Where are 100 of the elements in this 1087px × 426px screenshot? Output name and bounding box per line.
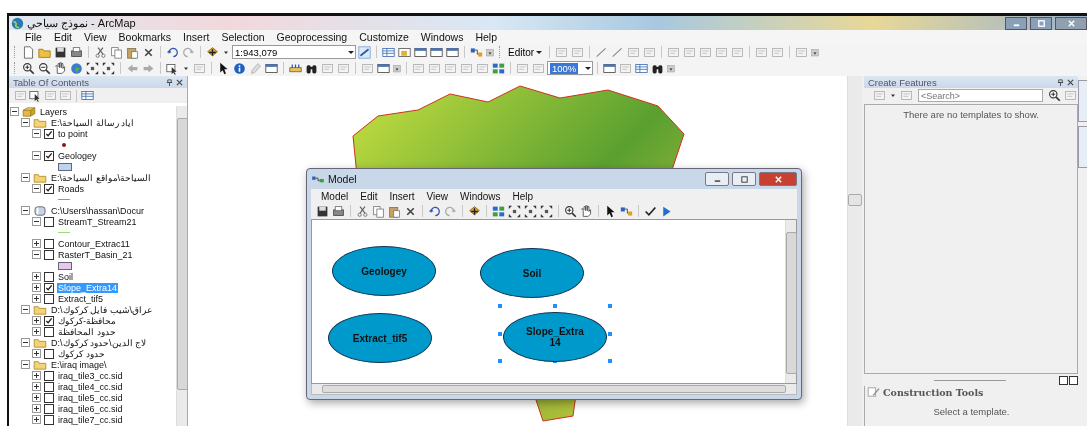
menu-item[interactable]: Customize: [353, 31, 415, 43]
scrollbar[interactable]: [785, 220, 796, 383]
layer-name[interactable]: iraq_tile4_cc.sid: [57, 381, 124, 392]
layer-name[interactable]: محافظة-كركوك: [57, 315, 117, 326]
layer-name[interactable]: iraq_tile5_cc.sid: [57, 392, 124, 403]
zoom-dropdown[interactable]: 100%: [547, 61, 593, 75]
layer-checkbox[interactable]: [44, 128, 54, 139]
scale-dropdown[interactable]: 1:943,079: [232, 45, 356, 59]
editor-menu[interactable]: Editor: [506, 46, 546, 58]
layer-name[interactable]: D:\لاج الدين\حدود كركوك: [50, 337, 148, 348]
layer-checkbox[interactable]: [44, 293, 54, 304]
menu-item[interactable]: Windows: [454, 190, 507, 202]
collapse-icon[interactable]: [21, 338, 30, 347]
layer-name[interactable]: Soil: [57, 271, 74, 282]
selection-handles[interactable]: [500, 306, 610, 361]
measure-icon[interactable]: [289, 61, 302, 75]
layer-checkbox[interactable]: [44, 348, 54, 359]
menu-item[interactable]: File: [19, 31, 48, 43]
layer-name[interactable]: Geologey: [57, 150, 98, 161]
paste-icon[interactable]: [388, 204, 401, 218]
run-icon[interactable]: [660, 204, 673, 218]
pointer-icon[interactable]: [604, 204, 617, 218]
menu-item[interactable]: Geoprocessing: [270, 31, 354, 43]
expand-icon[interactable]: [32, 404, 41, 413]
layer-checkbox[interactable]: [44, 403, 54, 414]
menu-item[interactable]: Model: [315, 190, 355, 202]
layer-name[interactable]: Layers: [39, 106, 68, 117]
collapse-icon[interactable]: [32, 217, 41, 226]
layer-name[interactable]: Contour_Extrac11: [57, 238, 131, 249]
layer-name[interactable]: حدود المحافظة: [57, 326, 117, 337]
model-data-element[interactable]: Geologey: [332, 246, 436, 296]
layer-name[interactable]: to point: [57, 128, 89, 139]
layer-name[interactable]: StreamT_Stream21: [57, 216, 138, 227]
collapse-icon[interactable]: [21, 118, 30, 127]
layer-name[interactable]: iraq_tile6_cc.sid: [57, 403, 124, 414]
collapse-icon[interactable]: [21, 206, 30, 215]
layer-name[interactable]: RasterT_Basin_21: [57, 249, 134, 260]
minimize-button[interactable]: [1005, 16, 1027, 30]
layer-checkbox[interactable]: [44, 249, 54, 260]
cut-icon[interactable]: [94, 45, 107, 59]
window-icon[interactable]: [603, 61, 616, 75]
layout-icon[interactable]: [398, 45, 411, 59]
globe-icon[interactable]: [70, 61, 83, 75]
close-icon[interactable]: [176, 78, 183, 86]
layer-checkbox[interactable]: [44, 216, 54, 227]
menu-item[interactable]: Help: [506, 190, 540, 202]
table-icon[interactable]: [382, 45, 395, 59]
layer-checkbox[interactable]: [44, 392, 54, 403]
collapse-icon[interactable]: [21, 305, 30, 314]
full-extent-icon[interactable]: [86, 61, 99, 75]
info-icon[interactable]: [233, 61, 246, 75]
layer-checkbox[interactable]: [44, 414, 54, 425]
layer-name[interactable]: D:\عراق\شيب فايل كركوك: [50, 304, 154, 315]
expand-icon[interactable]: [32, 371, 41, 380]
grid-icon[interactable]: [492, 204, 505, 218]
model-data-element[interactable]: Soil: [480, 248, 584, 298]
window-icon[interactable]: [446, 45, 459, 59]
menu-item[interactable]: View: [420, 190, 454, 202]
grid-icon[interactable]: [492, 61, 505, 75]
add-data-icon[interactable]: [206, 45, 219, 59]
expand-icon[interactable]: [32, 239, 41, 248]
window-icon[interactable]: [377, 61, 390, 75]
pan-icon[interactable]: [54, 61, 67, 75]
print-icon[interactable]: [332, 204, 345, 218]
save-icon[interactable]: [54, 45, 67, 59]
window-icon[interactable]: [265, 61, 278, 75]
menu-item[interactable]: Edit: [354, 190, 384, 202]
collapse-icon[interactable]: [32, 250, 41, 259]
layer-checkbox[interactable]: [44, 315, 54, 326]
map-view[interactable]: Model Model Edit Insert View Windows Help Geologey Soil Extract_tif5 Slope_Extra14: [188, 76, 847, 426]
scrollbar[interactable]: [176, 106, 187, 426]
pin-icon[interactable]: [166, 78, 173, 86]
collapse-icon[interactable]: [32, 129, 41, 138]
search-field[interactable]: <Search>: [918, 89, 1043, 102]
layer-name[interactable]: iraq_tile7_cc.sid: [57, 414, 124, 425]
window-icon[interactable]: [414, 45, 427, 59]
zoom-in-icon[interactable]: [564, 204, 577, 218]
layer-name[interactable]: C:\Users\hassan\Docur: [50, 205, 146, 216]
layer-name[interactable]: Roads: [57, 183, 85, 194]
full-extent-icon[interactable]: [508, 204, 521, 218]
full-extent-icon[interactable]: [102, 61, 115, 75]
model-data-element[interactable]: Extract_tif5: [328, 313, 432, 363]
layer-checkbox[interactable]: [44, 238, 54, 249]
table-icon[interactable]: [635, 61, 648, 75]
layer-name[interactable]: E:\السياحة\مواقع السياحة: [50, 172, 153, 183]
zoom-out-icon[interactable]: [38, 61, 51, 75]
expand-icon[interactable]: [32, 272, 41, 281]
layer-name[interactable]: E:\iraq image\: [50, 359, 108, 370]
layer-name[interactable]: E:\اياد رسالة السياحة: [50, 117, 136, 128]
layer-name[interactable]: حدود كركوك: [57, 348, 106, 359]
connect-icon[interactable]: [620, 204, 633, 218]
menu-item[interactable]: Selection: [215, 31, 271, 43]
layer-name[interactable]: Extract_tif5: [57, 293, 105, 304]
maximize-button[interactable]: [1030, 16, 1052, 30]
copy-icon[interactable]: [372, 204, 385, 218]
check-icon[interactable]: [644, 204, 657, 218]
layer-checkbox[interactable]: [44, 183, 54, 194]
menu-item[interactable]: Insert: [383, 190, 421, 202]
expand-icon[interactable]: [32, 393, 41, 402]
print-icon[interactable]: [70, 45, 83, 59]
